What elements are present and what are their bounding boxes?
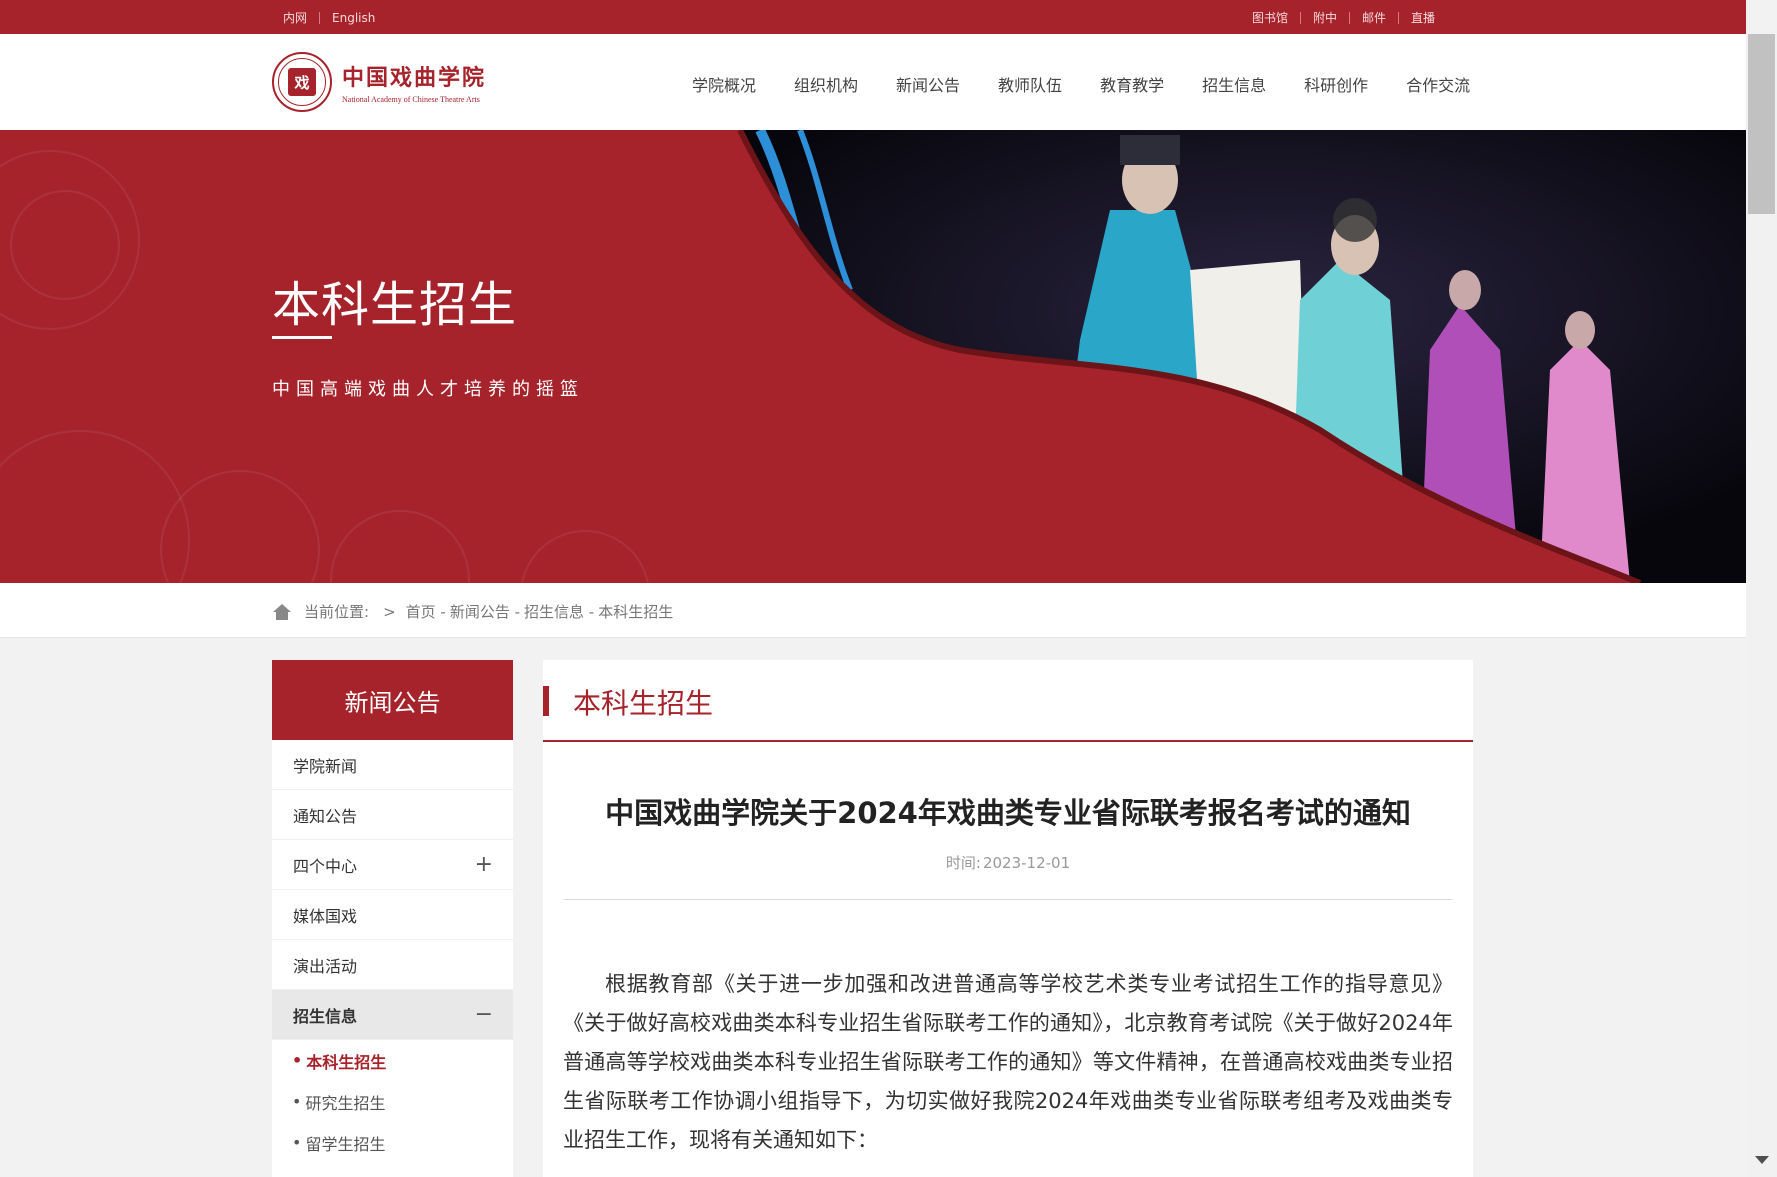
sidebar-item-label: 媒体国戏 [293,906,358,926]
sidebar-subitem-international[interactable]: • 留学生招生 [272,1122,513,1163]
breadcrumb: 当前位置: > 首页 - 新闻公告 - 招生信息 - 本科生招生 [0,583,1746,638]
section-accent-bar [543,686,549,716]
banner-subtitle: 中国高端戏曲人才培养的摇篮 [272,379,584,400]
section-title: 本科生招生 [573,687,714,720]
nav-item-admissions[interactable]: 招生信息 [1202,72,1266,96]
sidebar-item-label: 学院新闻 [293,756,358,776]
page-scrollbar[interactable] [1746,34,1777,1177]
sidebar-item-label: 四个中心 [293,856,358,876]
scroll-down-arrow-icon[interactable] [1755,1156,1769,1164]
english-link[interactable]: English [320,11,387,25]
top-links-left: 内网 English [283,9,387,26]
banner-title: 本科生招生 [272,277,518,333]
live-link[interactable]: 直播 [1399,9,1447,26]
top-bar: 内网 English 图书馆 附中 邮件 直播 [0,0,1746,34]
scrollbar-thumb[interactable] [1748,34,1775,214]
sidebar-item-four-centers[interactable]: 四个中心 + [272,840,513,890]
banner-title-underline [272,336,332,339]
breadcrumb-current[interactable]: 本科生招生 [598,601,673,622]
bullet-icon: • [292,1092,302,1111]
opera-performance-photo [737,130,1746,583]
breadcrumb-label: 当前位置: [304,603,370,621]
breadcrumb-arrow: > [383,602,396,621]
mail-link[interactable]: 邮件 [1350,9,1398,26]
home-icon[interactable] [272,603,292,621]
sidebar-subitem-label: 本科生招生 [306,1052,387,1072]
collapse-minus-icon[interactable]: − [475,1002,493,1027]
top-links-right: 图书馆 附中 邮件 直播 [1240,9,1447,26]
library-link[interactable]: 图书馆 [1240,9,1300,26]
site-logo[interactable]: 戏 中国戏曲学院 National Academy of Chinese The… [272,52,486,112]
sidebar-item-label: 招生信息 [293,1006,358,1026]
section-header: 本科生招生 [543,660,1473,742]
sidebar-heading: 新闻公告 [272,660,513,740]
nav-item-research[interactable]: 科研创作 [1304,72,1368,96]
sidebar-item-performances[interactable]: 演出活动 [272,940,513,990]
site-header: 戏 中国戏曲学院 National Academy of Chinese The… [0,34,1746,130]
article-body: 根据教育部《关于进一步加强和改进普通高等学校艺术类专业考试招生工作的指导意见》《… [563,972,1453,1152]
breadcrumb-admissions[interactable]: 招生信息 - [524,601,594,622]
nav-item-cooperation[interactable]: 合作交流 [1406,72,1470,96]
bullet-icon: • [292,1133,302,1152]
affiliated-school-link[interactable]: 附中 [1301,9,1349,26]
sidebar-item-notices[interactable]: 通知公告 [272,790,513,840]
article-date: 时间: 2023-12-01 [543,852,1473,873]
article-date-value: 2023-12-01 [982,854,1071,872]
sidebar: 新闻公告 学院新闻 通知公告 四个中心 + 媒体国戏 演出活动 招生信息 − •… [272,660,513,1177]
main-nav: 学院概况 组织机构 新闻公告 教师队伍 教育教学 招生信息 科研创作 合作交流 [692,72,1508,96]
page-banner: 本科生招生 中国高端戏曲人才培养的摇篮 [0,130,1746,583]
nav-item-news[interactable]: 新闻公告 [896,72,960,96]
article-date-label: 时间: [945,854,981,872]
nav-item-education[interactable]: 教育教学 [1100,72,1164,96]
sidebar-subitem-graduate[interactable]: • 研究生招生 [272,1081,513,1122]
sidebar-subitem-label: 研究生招生 [305,1093,386,1113]
sidebar-item-admissions[interactable]: 招生信息 − [272,990,513,1040]
breadcrumb-news[interactable]: 新闻公告 - [450,601,520,622]
breadcrumb-inner: 当前位置: > 首页 - 新闻公告 - 招生信息 - 本科生招生 [272,601,677,622]
article-title: 中国戏曲学院关于2024年戏曲类专业省际联考报名考试的通知 [605,796,1411,830]
nav-item-faculty[interactable]: 教师队伍 [998,72,1062,96]
nav-item-overview[interactable]: 学院概况 [692,72,756,96]
sidebar-item-label: 演出活动 [293,956,358,976]
breadcrumb-home[interactable]: 首页 - [406,601,446,622]
sidebar-item-label: 通知公告 [293,806,358,826]
logo-name-en: National Academy of Chinese Theatre Arts [342,95,480,104]
logo-seal-icon: 戏 [272,52,332,112]
sidebar-subitem-undergraduate[interactable]: • 本科生招生 [272,1040,513,1081]
nav-item-organization[interactable]: 组织机构 [794,72,858,96]
sidebar-item-media[interactable]: 媒体国戏 [272,890,513,940]
intranet-link[interactable]: 内网 [283,9,319,26]
article-divider [563,899,1453,900]
expand-plus-icon[interactable]: + [475,852,493,877]
logo-text: 中国戏曲学院 National Academy of Chinese Theat… [342,60,486,104]
sidebar-item-college-news[interactable]: 学院新闻 [272,740,513,790]
sidebar-subitem-label: 留学生招生 [305,1134,386,1154]
main-content: 本科生招生 中国戏曲学院关于2024年戏曲类专业省际联考报名考试的通知 时间: 2… [543,660,1473,1177]
logo-seal-char: 戏 [288,68,316,96]
bullet-icon: • [292,1051,303,1070]
logo-name-cn: 中国戏曲学院 [342,65,487,91]
